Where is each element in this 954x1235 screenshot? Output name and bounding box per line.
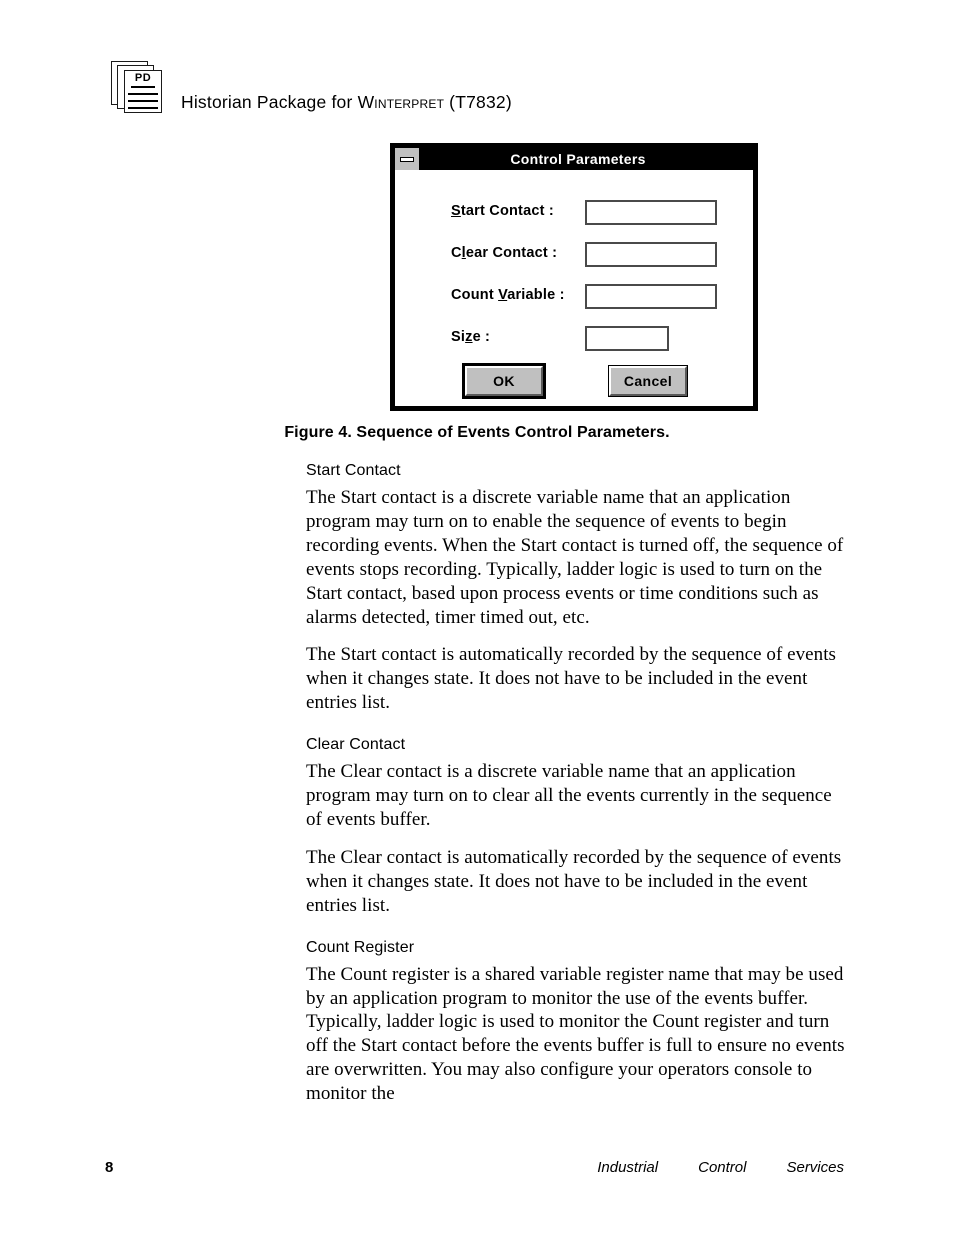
page-content: Start Contact The Start contact is a dis… [306,462,846,1106]
label-mnemonic: V [498,287,508,303]
field-row-start-contact: Start Contact : [395,200,753,226]
field-row-count-variable: Count Variable : [395,284,753,310]
label-prefix: Si [451,329,466,345]
label-suffix: ear Contact : [465,245,558,261]
size-input[interactable] [585,326,669,351]
running-head-title: Historian Package for Winterpret (T7832) [181,92,512,113]
page-number: 8 [105,1159,114,1176]
minimize-icon[interactable] [395,148,421,170]
field-row-clear-contact: Clear Contact : [395,242,753,268]
start-contact-input[interactable] [585,200,717,225]
paragraph: The Clear contact is a discrete variable… [306,761,832,830]
running-head-product: Winterpret [357,92,445,112]
page-footer: 8 Industrial Control Services [0,1155,954,1195]
section-heading-count-register: Count Register [306,938,415,956]
footer-brand-word-3: Services [786,1159,844,1176]
dialog-title: Control Parameters [510,151,646,167]
doc-rule [131,86,155,89]
label-suffix: tart Contact : [460,203,554,219]
dialog-body: Start Contact : Clear Contact : Count Va… [395,170,753,406]
document-stack-icon: PD [111,61,163,113]
label-mnemonic: z [465,329,473,345]
paragraph: The Clear contact is automatically recor… [306,846,842,916]
footer-brand-word-1: Industrial [597,1159,659,1176]
doc-rule [128,100,158,103]
clear-contact-label: Clear Contact : [451,245,557,261]
count-variable-input[interactable] [585,284,717,309]
ok-button[interactable]: OK [462,363,546,399]
control-parameters-dialog: Control Parameters Start Contact : Clear… [390,143,758,411]
label-mnemonic: S [451,203,461,219]
label-prefix: Count [451,287,499,303]
footer-brand: Industrial Control Services [597,1159,844,1176]
figure-caption: Figure 4. Sequence of Events Control Par… [284,424,670,441]
page-header: PD Historian Package for Winterpret (T78… [0,0,954,130]
label-suffix: e : [472,329,491,345]
running-head-code: (T7832) [444,92,512,112]
doc-icon-label: PD [134,72,152,84]
count-variable-label: Count Variable : [451,287,565,303]
dialog-titlebar[interactable]: Control Parameters [395,148,753,170]
label-prefix: C [451,245,462,261]
section-heading-start-contact: Start Contact [306,462,401,479]
paragraph: The Count register is a shared variable … [306,963,845,1105]
paragraph: The Start contact is a discrete variable… [306,487,844,628]
minimize-glyph [400,156,414,162]
footer-brand-word-2: Control [698,1159,747,1176]
section-heading-clear-contact: Clear Contact [306,736,406,754]
start-contact-label: Start Contact : [451,203,554,219]
dialog-button-bar: OK Cancel [395,363,753,400]
label-suffix: ariable : [507,287,565,303]
doc-rule [128,93,158,96]
running-head-main: Historian Package for [181,92,358,112]
clear-contact-input[interactable] [585,242,717,267]
cancel-button[interactable]: Cancel [608,365,688,397]
paragraph: The Start contact is automatically recor… [306,644,836,714]
doc-rule [128,107,158,110]
size-label: Size : [451,329,490,345]
field-row-size: Size : [395,326,753,352]
